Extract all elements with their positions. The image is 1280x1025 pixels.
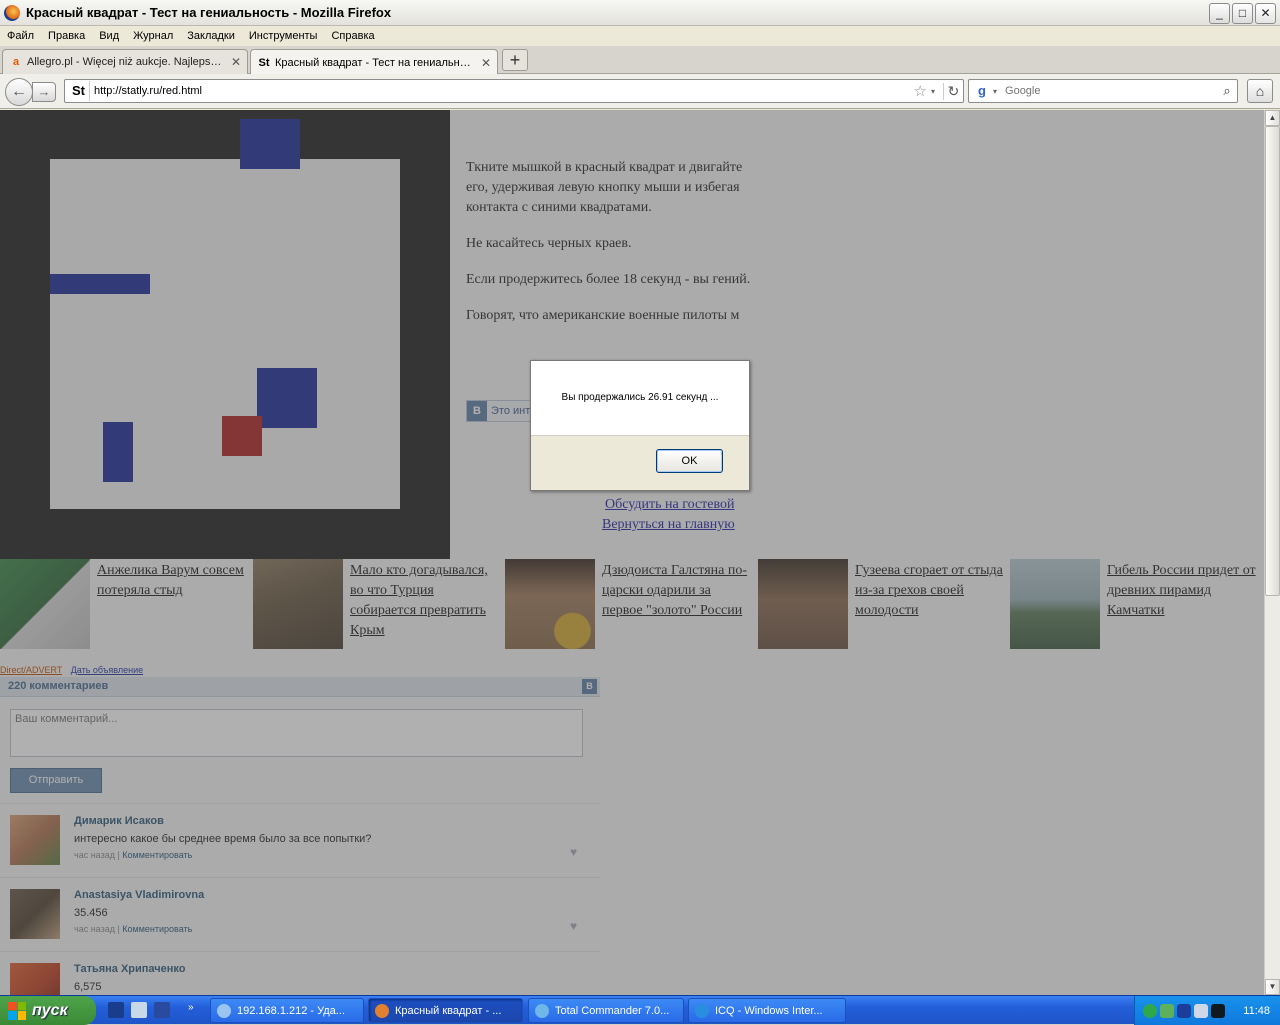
alert-message: Вы продержались 26.91 секунд ...	[531, 361, 749, 436]
navigation-toolbar: ← → St http://statly.ru/red.html ☆ ▾ ↻ g…	[0, 74, 1280, 109]
tab-allegro[interactable]: a Allegro.pl - Więcej niż aukcje. Najlep…	[2, 49, 248, 74]
reload-icon[interactable]: ↻	[943, 82, 963, 100]
firefox-window: Красный квадрат - Тест на гениальность -…	[0, 0, 1280, 995]
task-remote-desktop[interactable]: 192.168.1.212 - Уда...	[210, 998, 364, 1023]
task-icq[interactable]: ICQ - Windows Inter...	[688, 998, 846, 1023]
site-identity-icon[interactable]: St	[68, 81, 90, 101]
firefox-icon	[4, 4, 20, 21]
window-title: Красный квадрат - Тест на гениальность -…	[26, 5, 392, 20]
ok-button[interactable]: OK	[656, 449, 723, 473]
tab-close-icon[interactable]: ✕	[481, 56, 491, 70]
scroll-down-icon[interactable]: ▼	[1265, 979, 1280, 995]
url-dropdown-icon[interactable]: ▾	[931, 87, 935, 96]
tab-label: Allegro.pl - Więcej niż aukcje. Najlepsz…	[27, 56, 225, 68]
save-icon[interactable]	[154, 1002, 170, 1018]
windows-logo-icon	[8, 1001, 26, 1020]
menu-help[interactable]: Справка	[324, 30, 381, 42]
quicklaunch-icon[interactable]	[108, 1002, 124, 1018]
alert-dialog: Вы продержались 26.91 секунд ... OK	[530, 360, 750, 491]
firefox-icon	[375, 1003, 389, 1018]
tray-icon[interactable]	[1211, 1003, 1225, 1018]
clock[interactable]: 11:48	[1243, 1005, 1270, 1017]
scrollbar-thumb[interactable]	[1265, 126, 1280, 596]
menu-history[interactable]: Журнал	[126, 30, 180, 42]
new-tab-button[interactable]: +	[502, 49, 528, 71]
search-icon[interactable]: ⌕	[1217, 83, 1237, 99]
search-engine-dropdown-icon[interactable]: ▾	[993, 87, 997, 96]
task-total-commander[interactable]: Total Commander 7.0...	[528, 998, 684, 1023]
tab-close-icon[interactable]: ✕	[231, 55, 241, 69]
search-bar[interactable]: g ▾ ⌕	[968, 79, 1238, 103]
tab-bar: a Allegro.pl - Więcej niż aukcje. Najlep…	[0, 46, 1280, 75]
start-button[interactable]: пуск	[0, 996, 96, 1025]
menu-bar: Файл Правка Вид Журнал Закладки Инструме…	[0, 26, 1280, 46]
menu-edit[interactable]: Правка	[41, 30, 92, 42]
scroll-up-icon[interactable]: ▲	[1265, 110, 1280, 126]
statly-favicon-icon: St	[258, 56, 270, 69]
modal-overlay	[0, 110, 1264, 995]
task-label: ICQ - Windows Inter...	[715, 1004, 823, 1017]
allegro-favicon-icon: a	[12, 56, 20, 68]
start-label: пуск	[32, 1001, 68, 1019]
remote-desktop-icon	[217, 1003, 231, 1018]
network-icon[interactable]	[1177, 1003, 1191, 1018]
quicklaunch-icon[interactable]	[131, 1002, 147, 1018]
forward-button[interactable]: →	[32, 82, 56, 102]
task-label: Красный квадрат - ...	[395, 1004, 502, 1017]
menu-view[interactable]: Вид	[92, 30, 126, 42]
url-text[interactable]: http://statly.ru/red.html	[94, 85, 914, 97]
tray-icon[interactable]	[1143, 1003, 1157, 1018]
menu-bookmarks[interactable]: Закладки	[180, 30, 242, 42]
quicklaunch-expand-icon[interactable]: »	[188, 1002, 198, 1018]
vertical-scrollbar[interactable]: ▲ ▼	[1264, 110, 1280, 995]
home-button[interactable]: ⌂	[1247, 79, 1273, 103]
close-button[interactable]: ✕	[1255, 3, 1276, 24]
minimize-button[interactable]: _	[1209, 3, 1230, 24]
task-firefox[interactable]: Красный квадрат - ...	[368, 998, 523, 1023]
task-label: Total Commander 7.0...	[555, 1004, 670, 1017]
volume-icon[interactable]	[1194, 1003, 1208, 1018]
title-bar[interactable]: Красный квадрат - Тест на гениальность -…	[0, 0, 1280, 26]
task-label: 192.168.1.212 - Уда...	[237, 1004, 345, 1017]
url-bar[interactable]: St http://statly.ru/red.html ☆ ▾ ↻	[64, 79, 964, 103]
menu-tools[interactable]: Инструменты	[242, 30, 325, 42]
taskbar: пуск » 192.168.1.212 - Уда... Красный кв…	[0, 995, 1280, 1025]
search-input[interactable]	[1005, 85, 1217, 97]
google-icon[interactable]: g	[973, 83, 991, 99]
maximize-button[interactable]: □	[1232, 3, 1253, 24]
icq-tray-icon[interactable]	[1160, 1003, 1174, 1018]
back-button[interactable]: ←	[5, 78, 33, 106]
menu-file[interactable]: Файл	[0, 30, 41, 42]
total-commander-icon	[535, 1003, 549, 1018]
ie-icon	[695, 1003, 709, 1018]
tab-red-square[interactable]: St Красный квадрат - Тест на гениально..…	[250, 49, 498, 75]
bookmark-star-icon[interactable]: ☆	[914, 82, 927, 100]
system-tray: 11:48	[1134, 996, 1280, 1025]
tab-label: Красный квадрат - Тест на гениально...	[275, 56, 475, 69]
